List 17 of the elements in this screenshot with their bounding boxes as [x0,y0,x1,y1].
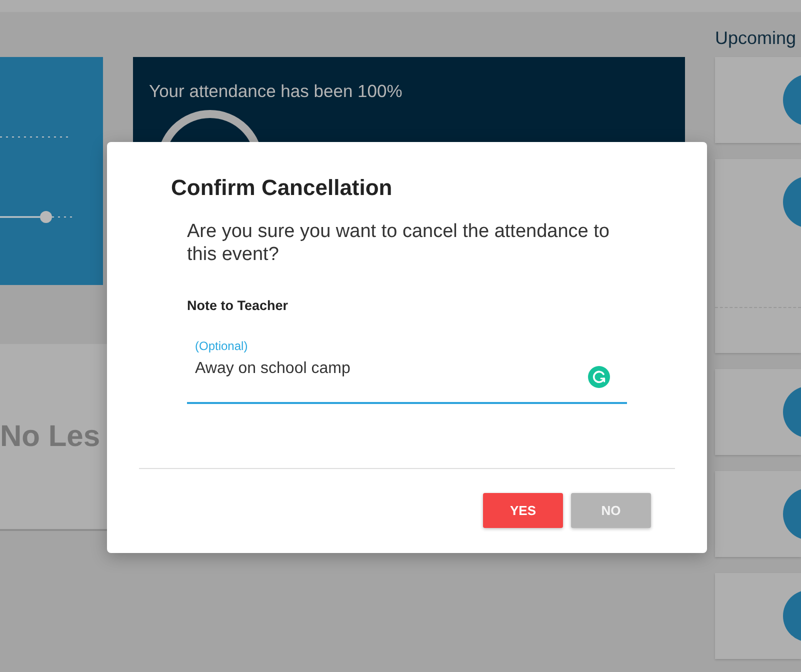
dialog-title: Confirm Cancellation [170,174,392,202]
floating-label: (Optional) [195,338,249,354]
lessons-empty-text: No Les [0,418,100,454]
event-badge-icon [783,386,801,438]
note-label: Note to Teacher [187,297,288,315]
event-badge-icon [783,590,801,642]
note-input-field[interactable]: (Optional) Away on school camp [187,338,627,404]
event-badge-icon [783,176,801,228]
event-badge-icon [783,488,801,540]
chart-point [40,211,52,223]
event-badge-icon [783,74,801,126]
dialog-button[interactable]: YES [483,493,563,528]
attendance-text: Your attendance has been 100% [149,81,402,102]
chart-line [0,216,40,218]
upcoming-heading: Upcoming [715,27,798,49]
dialog-message: Are you sure you want to cancel the attendance to this event? [187,220,610,266]
dialog-button[interactable]: NO [571,493,651,528]
